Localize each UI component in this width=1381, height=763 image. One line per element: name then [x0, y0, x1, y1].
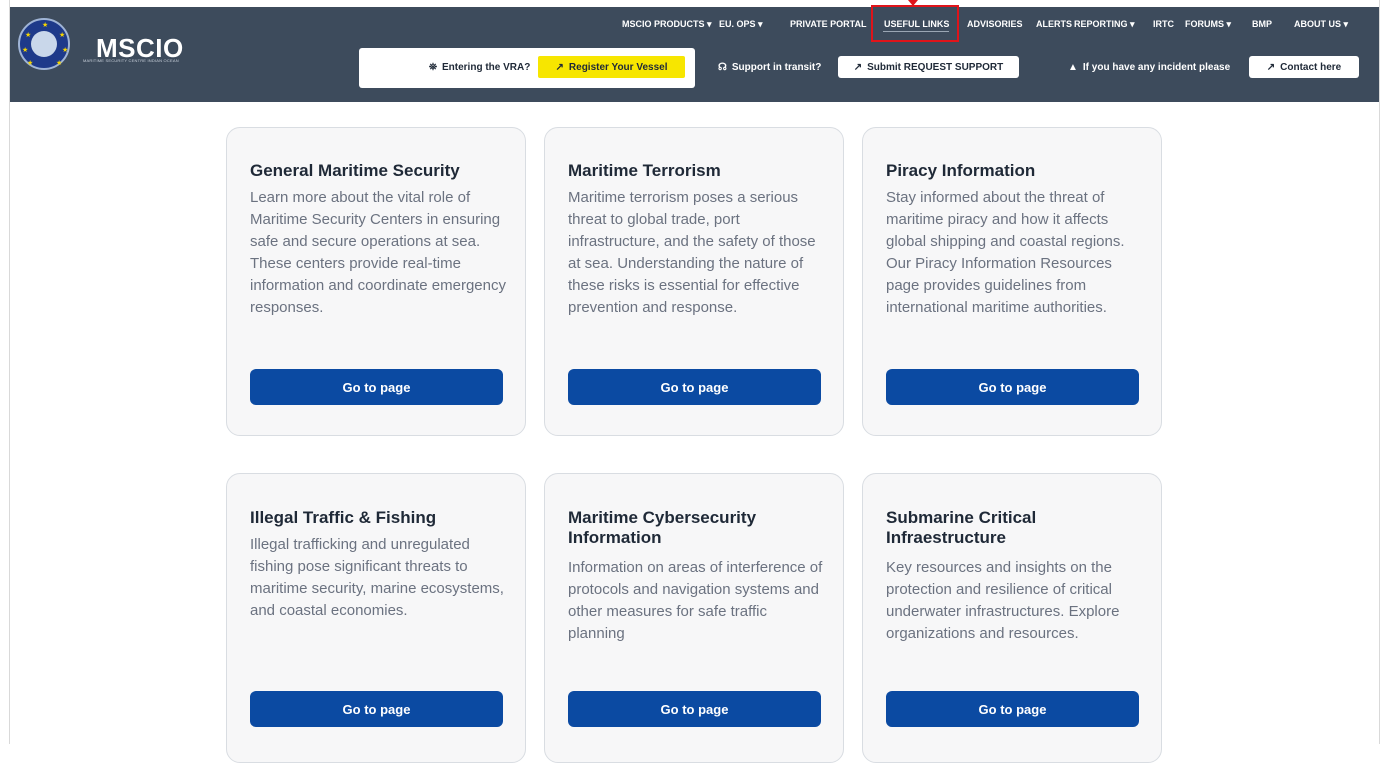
vra-banner: ⛯ Entering the VRA? ↗ Register Your Vessel [359, 48, 695, 88]
mscio-logo[interactable]: ★ ★ ★ ★ ★ ★ ★ [18, 18, 70, 70]
card-submarine-critical-infrastructure: Submarine Critical Infraestructure Key r… [862, 473, 1162, 763]
card-description: Information on areas of interference of … [568, 559, 823, 642]
go-to-page-button[interactable]: Go to page [568, 369, 821, 405]
site-header: ★ ★ ★ ★ ★ ★ ★ MSCIO MARITIME SECURITY CE… [10, 0, 1379, 102]
go-to-page-button[interactable]: Go to page [250, 369, 503, 405]
submit-request-support-label: Submit REQUEST SUPPORT [867, 61, 1004, 73]
incident-prompt-group: ▲ If you have any incident please [1068, 62, 1230, 73]
card-piracy-information: Piracy Information Stay informed about t… [862, 127, 1162, 436]
card-title: General Maritime Security [250, 161, 460, 180]
external-link-icon: ↗ [1266, 61, 1276, 73]
nav-mscio-products[interactable]: MSCIO PRODUCTS ▾ [622, 19, 712, 30]
nav-advisories[interactable]: ADVISORIES [967, 19, 1023, 29]
nav-active-underline [883, 31, 949, 32]
card-title: Maritime Terrorism [568, 161, 721, 180]
warning-icon: ▲ [1068, 62, 1078, 73]
card-maritime-terrorism: Maritime Terrorism Maritime terrorism po… [544, 127, 844, 436]
nav-private-portal[interactable]: PRIVATE PORTAL [790, 19, 867, 29]
headset-icon: ☊ [718, 62, 727, 73]
register-vessel-button[interactable]: ↗ Register Your Vessel [538, 56, 685, 78]
go-to-page-button[interactable]: Go to page [886, 369, 1139, 405]
nav-alerts[interactable]: ALERTS [1036, 19, 1072, 29]
card-general-maritime-security: General Maritime Security Learn more abo… [226, 127, 526, 436]
card-title: Illegal Traffic & Fishing [250, 508, 437, 527]
nav-eu-ops[interactable]: EU. OPS ▾ [719, 19, 763, 30]
go-to-page-button[interactable]: Go to page [886, 691, 1139, 727]
contact-here-label: Contact here [1280, 61, 1342, 73]
star-icon: ★ [59, 32, 66, 39]
incident-prompt: If you have any incident please [1082, 62, 1231, 73]
logo-globe-icon [31, 31, 57, 57]
card-description: Stay informed about the threat of mariti… [886, 189, 1125, 316]
card-title: Maritime Cybersecurity Information [568, 508, 757, 547]
card-illegal-traffic-fishing: Illegal Traffic & Fishing Illegal traffi… [226, 473, 526, 763]
star-icon: ★ [62, 47, 69, 54]
brand-subtitle: MARITIME SECURITY CENTRE INDIAN OCEAN [83, 58, 179, 63]
star-icon: ★ [27, 60, 34, 67]
star-icon: ★ [42, 22, 49, 29]
vra-prompt: Entering the VRA? [442, 62, 531, 73]
card-maritime-cybersecurity: Maritime Cybersecurity Information Infor… [544, 473, 844, 763]
right-border [1379, 0, 1380, 744]
nav-irtc[interactable]: IRTC [1153, 19, 1174, 29]
nav-forums[interactable]: FORUMS ▾ [1185, 19, 1231, 30]
page: ★ ★ ★ ★ ★ ★ ★ MSCIO MARITIME SECURITY CE… [0, 0, 1381, 763]
card-title: Piracy Information [886, 161, 1036, 180]
submit-request-support-button[interactable]: ↗ Submit REQUEST SUPPORT [838, 56, 1019, 78]
contact-here-button[interactable]: ↗ Contact here [1249, 56, 1359, 78]
binoculars-icon: ⛯ [429, 62, 437, 73]
card-title: Submarine Critical Infraestructure [886, 508, 1037, 547]
external-link-icon: ↗ [555, 61, 564, 73]
support-prompt: Support in transit? [731, 62, 822, 73]
support-prompt-group: ☊ Support in transit? [718, 62, 821, 73]
go-to-page-button[interactable]: Go to page [250, 691, 503, 727]
nav-bmp[interactable]: BMP [1252, 19, 1272, 29]
card-description: Key resources and insights on the protec… [886, 559, 1120, 642]
register-vessel-label: Register Your Vessel [568, 61, 668, 73]
star-icon: ★ [25, 32, 32, 39]
left-border [9, 0, 10, 744]
nav-reporting[interactable]: REPORTING ▾ [1074, 19, 1135, 30]
card-description: Maritime terrorism poses a serious threa… [568, 189, 816, 316]
card-description: Illegal trafficking and unregulated fish… [250, 536, 504, 619]
nav-useful-links[interactable]: USEFUL LINKS [884, 19, 949, 29]
star-icon: ★ [22, 47, 29, 54]
nav-about-us[interactable]: ABOUT US ▾ [1294, 19, 1348, 30]
vra-prompt-group: ⛯ Entering the VRA? [429, 62, 530, 73]
go-to-page-button[interactable]: Go to page [568, 691, 821, 727]
card-description: Learn more about the vital role of Marit… [250, 189, 506, 316]
star-icon: ★ [56, 60, 63, 67]
external-link-icon: ↗ [853, 61, 863, 73]
